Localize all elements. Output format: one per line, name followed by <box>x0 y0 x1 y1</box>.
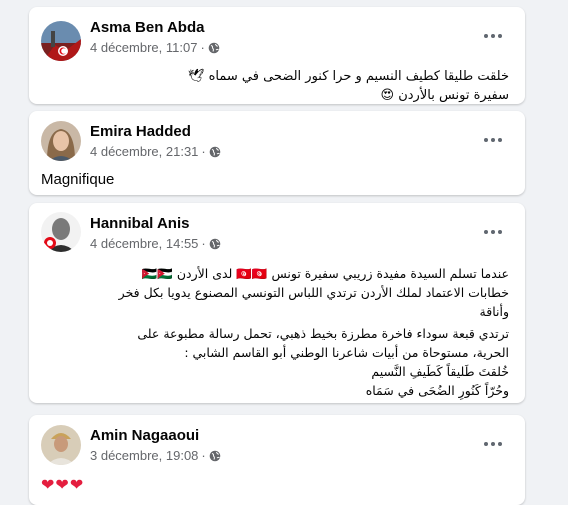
man-portrait-avatar-icon <box>41 425 81 465</box>
author-avatar[interactable] <box>41 212 81 252</box>
post-text-line: سفيرة تونس بالأردن 😍 <box>380 88 509 103</box>
post-date[interactable]: 4 décembre, 21:31 <box>90 144 198 159</box>
meta-separator: · <box>201 236 206 251</box>
post-date[interactable]: 3 décembre, 19:08 <box>90 448 198 463</box>
post-card: Asma Ben Abda 4 décembre, 11:07 · خلقت طل… <box>29 7 525 104</box>
post-card: Amin Nagaaoui 3 décembre, 19:08 · ❤❤❤ <box>29 415 525 505</box>
man-portrait-avatar-icon <box>41 212 81 252</box>
post-meta: 4 décembre, 11:07 · <box>90 40 220 55</box>
author-name[interactable]: Asma Ben Abda <box>90 19 204 36</box>
author-name[interactable]: Amin Nagaaoui <box>90 427 199 444</box>
post-text-line: خُلقتَ طَليقاً كَطَيفِ النَّسيم <box>371 364 509 379</box>
post-meta: 4 décembre, 14:55 · <box>90 236 221 251</box>
author-name[interactable]: Hannibal Anis <box>90 215 189 232</box>
author-avatar[interactable] <box>41 425 81 465</box>
globe-icon[interactable] <box>209 238 221 250</box>
more-options-button[interactable] <box>475 18 511 54</box>
post-text: عندما تسلم السيدة مفيدة زريبي سفيرة تونس… <box>119 264 509 400</box>
post-text: ❤❤❤ <box>41 477 85 494</box>
post-meta: 4 décembre, 21:31 · <box>90 144 221 159</box>
post-text-line: ترتدي قبعة سوداء فاخرة مطرزة بخيط ذهبي، … <box>137 326 509 341</box>
woman-portrait-avatar-icon <box>41 121 81 161</box>
meta-separator: · <box>201 144 206 159</box>
meta-separator: · <box>201 448 206 463</box>
more-options-button[interactable] <box>475 122 511 158</box>
post-text-line: عندما تسلم السيدة مفيدة زريبي سفيرة تونس… <box>141 266 509 281</box>
author-name[interactable]: Emira Hadded <box>90 123 191 140</box>
post-date[interactable]: 4 décembre, 14:55 <box>90 236 198 251</box>
more-options-button[interactable] <box>475 214 511 250</box>
tunisia-flag-avatar-icon <box>41 21 81 61</box>
post-date[interactable]: 4 décembre, 11:07 <box>90 40 197 55</box>
post-text-line: وأناقة <box>479 304 509 319</box>
post-text-line: خطابات الاعتماد لملك الأردن ترتدي اللباس… <box>118 285 509 300</box>
post-card: Emira Hadded 4 décembre, 21:31 · Magnifiq… <box>29 111 525 195</box>
globe-icon[interactable] <box>208 42 220 54</box>
post-text-line: خلقت طليقا كطيف النسيم و حرا كنور الضحى … <box>187 69 509 84</box>
globe-icon[interactable] <box>209 146 221 158</box>
author-avatar[interactable] <box>41 121 81 161</box>
post-text-line: الحرية، مستوحاة من أبيات شاعرنا الوطني أ… <box>184 345 509 360</box>
meta-separator: · <box>200 40 205 55</box>
post-text: خلقت طليقا كطيف النسيم و حرا كنور الضحى … <box>188 67 509 104</box>
globe-icon[interactable] <box>209 450 221 462</box>
post-text-line: وحُرّاً كَنُورِ الضُحَى في سَمَاه <box>365 383 509 398</box>
post-card: Hannibal Anis 4 décembre, 14:55 · عندما ت… <box>29 203 525 403</box>
post-meta: 3 décembre, 19:08 · <box>90 448 221 463</box>
more-options-button[interactable] <box>475 426 511 462</box>
author-avatar[interactable] <box>41 21 81 61</box>
post-text: Magnifique <box>41 171 115 188</box>
